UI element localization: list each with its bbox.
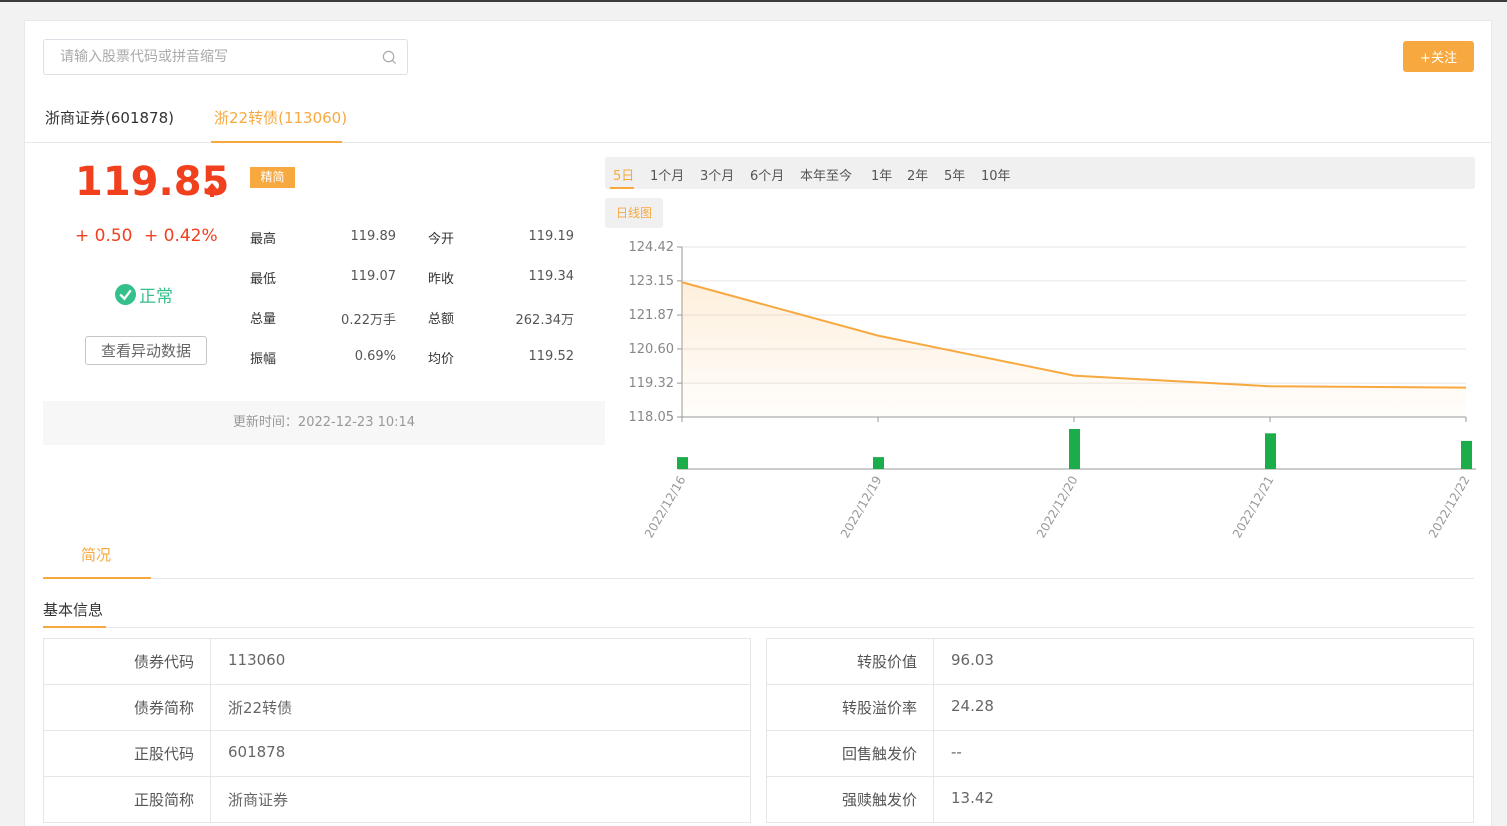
info-value: 浙22转债 (210, 684, 751, 731)
search-icon[interactable] (382, 50, 397, 65)
stat-label-amount: 总额 (428, 312, 455, 327)
info-value: 113060 (210, 638, 751, 685)
info-key: 正股代码 (43, 730, 211, 777)
basic-info-table-left: 债券代码 113060 债券简称 浙22转债 正股代码 601878 正股简称 浙商证券 (43, 638, 751, 823)
stat-label-open: 今开 (428, 232, 455, 247)
y-tick-label: 123.15 (629, 274, 675, 289)
table-row: 转股价值 96.03 (766, 638, 1474, 685)
period-6m[interactable]: 6个月 (750, 165, 784, 184)
stat-value-volume: 0.22万手 (341, 313, 396, 328)
window-top-border (0, 0, 1507, 2)
section-title-indicator (43, 626, 106, 628)
price-area (682, 282, 1466, 417)
stat-value-amplitude: 0.69% (354, 349, 396, 364)
stat-label-amplitude: 振幅 (250, 352, 277, 367)
period-10y[interactable]: 10年 (981, 165, 1011, 184)
y-tick-label: 121.87 (629, 308, 675, 323)
stat-label-avg-price: 均价 (428, 352, 455, 367)
period-5y[interactable]: 5年 (944, 165, 965, 184)
arrow-up-icon (206, 183, 218, 197)
table-row: 债券简称 浙22转债 (43, 684, 751, 731)
x-tick-label: 2022/12/20 (1034, 474, 1081, 541)
volume-bar (1461, 440, 1472, 469)
info-value: 24.28 (933, 684, 1474, 731)
active-tab-indicator (211, 141, 342, 143)
main-card: +关注 浙商证券(601878) 浙22转债(113060) 119.85 + … (24, 20, 1492, 826)
stat-value-low: 119.07 (350, 269, 397, 284)
period-1m[interactable]: 1个月 (650, 165, 684, 184)
info-key: 债券简称 (43, 684, 211, 731)
x-tick-label: 2022/12/16 (642, 474, 689, 541)
overview-divider (43, 578, 1474, 579)
stat-value-prev-close: 119.34 (528, 269, 575, 284)
section-divider (43, 627, 1474, 628)
tab-stock[interactable]: 浙商证券(601878) (45, 107, 174, 143)
tab-overview[interactable]: 简况 (81, 544, 111, 565)
period-1y[interactable]: 1年 (871, 165, 892, 184)
trading-status: 正常 (115, 282, 173, 307)
price-change-percent: + 0.42% (144, 226, 218, 246)
overview-tab-indicator (43, 577, 151, 579)
period-2y[interactable]: 2年 (907, 165, 928, 184)
volume-bar (677, 457, 688, 469)
table-row: 债券代码 113060 (43, 638, 751, 685)
active-period-indicator (610, 187, 634, 189)
basic-info-table-right: 转股价值 96.03 转股溢价率 24.28 回售触发价 -- 强赎触发价 13.42 (766, 638, 1474, 823)
tab-bond[interactable]: 浙22转债(113060) (214, 107, 347, 143)
table-row: 正股代码 601878 (43, 730, 751, 777)
stat-value-open: 119.19 (528, 229, 575, 244)
info-key: 正股简称 (43, 776, 211, 823)
y-tick-label: 118.05 (629, 410, 675, 425)
info-key: 回售触发价 (766, 730, 934, 777)
price-chart: 124.42 123.15 121.87 120.60 119.32 118.05 2022… (629, 240, 1476, 541)
price-change: + 0.50 (75, 226, 133, 246)
stat-label-prev-close: 昨收 (428, 272, 455, 287)
view-abnormal-data-button[interactable]: 查看异动数据 (85, 336, 207, 365)
check-circle-icon (115, 284, 136, 305)
info-key: 转股溢价率 (766, 684, 934, 731)
table-row: 回售触发价 -- (766, 730, 1474, 777)
info-key: 转股价值 (766, 638, 934, 685)
period-ytd[interactable]: 本年至今 (800, 165, 852, 184)
table-row: 转股溢价率 24.28 (766, 684, 1474, 731)
x-tick-label: 2022/12/19 (838, 474, 885, 541)
info-value: 浙商证券 (210, 776, 751, 823)
info-value: 13.42 (933, 776, 1474, 823)
status-text: 正常 (139, 287, 173, 307)
search-box[interactable] (43, 39, 408, 75)
x-tick-label: 2022/12/21 (1230, 474, 1277, 541)
y-tick-label: 124.42 (629, 240, 675, 255)
period-selector: 5日 1个月 3个月 6个月 本年至今 1年 2年 5年 10年 (605, 157, 1475, 189)
follow-button[interactable]: +关注 (1403, 41, 1474, 72)
info-key: 强赎触发价 (766, 776, 934, 823)
stock-tabs: 浙商证券(601878) 浙22转债(113060) (25, 101, 1491, 143)
volume-bar (873, 457, 884, 469)
x-tick-label: 2022/12/22 (1426, 474, 1473, 541)
stat-label-low: 最低 (250, 272, 277, 287)
period-3m[interactable]: 3个月 (700, 165, 734, 184)
section-title-basic-info: 基本信息 (43, 601, 104, 619)
info-value: 96.03 (933, 638, 1474, 685)
table-row: 强赎触发价 13.42 (766, 776, 1474, 823)
stat-value-amount: 262.34万 (515, 313, 575, 328)
y-tick-label: 120.60 (629, 342, 675, 357)
info-key: 债券代码 (43, 638, 211, 685)
stat-value-high: 119.89 (350, 229, 397, 244)
search-input[interactable] (44, 40, 364, 74)
volume-bar (1265, 433, 1276, 469)
period-5d[interactable]: 5日 (613, 165, 634, 184)
stat-value-avg-price: 119.52 (528, 349, 575, 364)
update-time: 更新时间：2022-12-23 10:14 (43, 401, 605, 445)
stat-label-volume: 总量 (250, 312, 277, 327)
stat-label-high: 最高 (250, 232, 277, 247)
info-value: 601878 (210, 730, 751, 777)
volume-bar (1069, 429, 1080, 469)
simple-mode-tag[interactable]: 精简 (250, 167, 295, 188)
y-tick-label: 119.32 (629, 376, 675, 391)
table-row: 正股简称 浙商证券 (43, 776, 751, 823)
daily-kline-button[interactable]: 日线图 (605, 198, 663, 228)
info-value: -- (933, 730, 1474, 777)
